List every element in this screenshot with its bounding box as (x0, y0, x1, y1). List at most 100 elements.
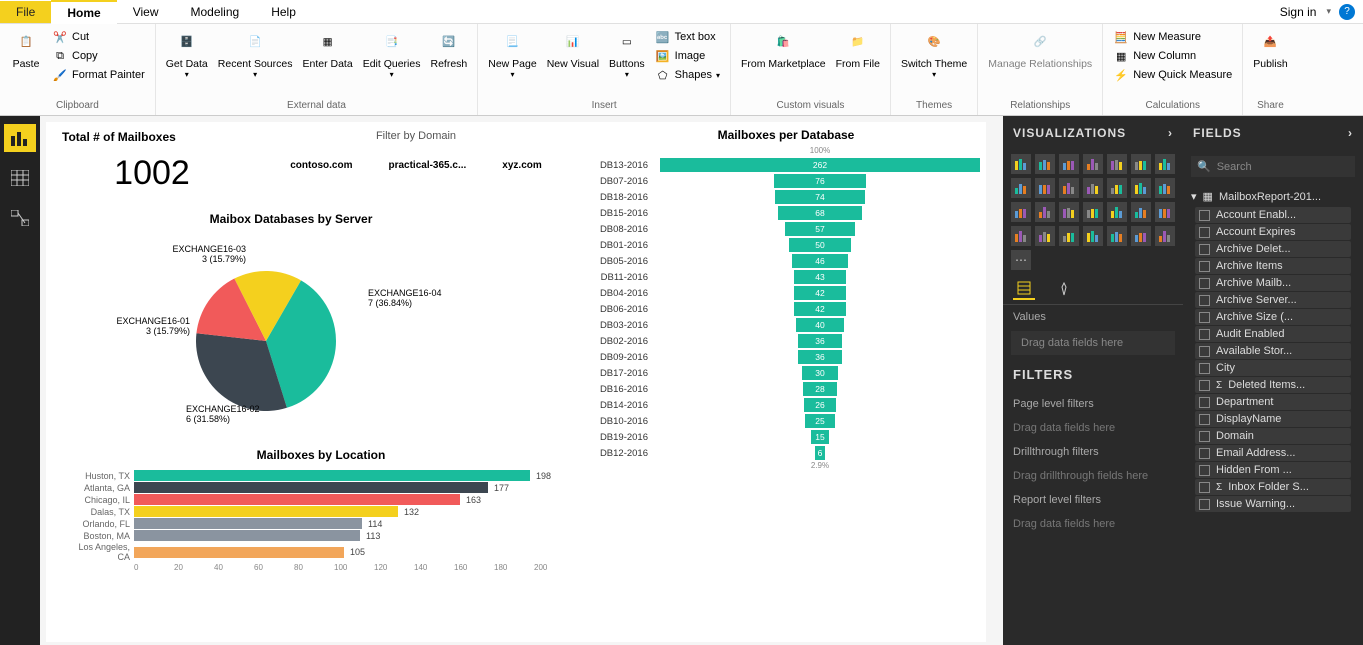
viz-type-icon[interactable] (1083, 178, 1103, 198)
field-item[interactable]: Department (1195, 394, 1351, 410)
checkbox-icon[interactable] (1199, 482, 1210, 493)
report-filters-drop[interactable]: Drag data fields here (1003, 512, 1183, 536)
funnel-row[interactable]: DB15-201668 (586, 205, 986, 221)
funnel-row[interactable]: DB13-2016262 (586, 157, 986, 173)
checkbox-icon[interactable] (1199, 227, 1210, 238)
bar-row[interactable]: Boston, MA113 (66, 530, 576, 541)
funnel-row[interactable]: DB18-201674 (586, 189, 986, 205)
more-viz-icon[interactable]: ⋯ (1011, 250, 1031, 270)
sign-in-link[interactable]: Sign in (1270, 1, 1327, 23)
funnel-row[interactable]: DB12-20166 (586, 445, 986, 461)
viz-type-icon[interactable] (1155, 178, 1175, 198)
viz-type-icon[interactable] (1035, 178, 1055, 198)
viz-type-icon[interactable] (1059, 178, 1079, 198)
viz-type-icon[interactable] (1035, 154, 1055, 174)
nav-report-view[interactable] (4, 124, 36, 152)
viz-type-icon[interactable] (1083, 226, 1103, 246)
viz-type-icon[interactable] (1107, 226, 1127, 246)
viz-type-icon[interactable] (1107, 202, 1127, 222)
switch-theme-button[interactable]: 🎨Switch Theme▾ (897, 26, 971, 81)
nav-model-view[interactable] (4, 204, 36, 232)
field-item[interactable]: Email Address... (1195, 445, 1351, 461)
viz-type-icon[interactable] (1011, 202, 1031, 222)
location-bar-chart[interactable]: Huston, TX198Atlanta, GA177Chicago, IL16… (66, 470, 576, 562)
tab-view[interactable]: View (117, 1, 175, 23)
checkbox-icon[interactable] (1199, 414, 1210, 425)
funnel-row[interactable]: DB02-201636 (586, 333, 986, 349)
collapse-icon[interactable]: › (1168, 126, 1173, 140)
filter-option[interactable]: xyz.com (502, 160, 541, 171)
drill-filters-drop[interactable]: Drag drillthrough fields here (1003, 464, 1183, 488)
nav-data-view[interactable] (4, 164, 36, 192)
checkbox-icon[interactable] (1199, 380, 1210, 391)
tab-help[interactable]: Help (255, 1, 312, 23)
checkbox-icon[interactable] (1199, 278, 1210, 289)
tab-modeling[interactable]: Modeling (174, 1, 255, 23)
page-filters-drop[interactable]: Drag data fields here (1003, 416, 1183, 440)
funnel-chart[interactable]: DB13-2016262DB07-201676DB18-201674DB15-2… (586, 157, 986, 461)
field-item[interactable]: Account Enabl... (1195, 207, 1351, 223)
recent-sources-button[interactable]: 📄Recent Sources▾ (214, 26, 297, 81)
tab-file[interactable]: File (0, 1, 51, 23)
values-drop[interactable]: Drag data fields here (1011, 331, 1175, 355)
report-canvas[interactable]: Total # of Mailboxes 1002 Filter by Doma… (40, 116, 1003, 645)
table-node[interactable]: ▾▦MailboxReport-201... (1189, 187, 1357, 206)
filter-options[interactable]: contoso.compractical-365.c...xyz.com (266, 160, 566, 171)
fields-well-tab[interactable] (1013, 278, 1035, 300)
field-item[interactable]: City (1195, 360, 1351, 376)
viz-type-icon[interactable] (1131, 154, 1151, 174)
funnel-row[interactable]: DB19-201615 (586, 429, 986, 445)
from-marketplace-button[interactable]: 🛍️From Marketplace (737, 26, 830, 72)
viz-type-icon[interactable] (1059, 226, 1079, 246)
new-quick-measure-button[interactable]: ⚡New Quick Measure (1109, 66, 1236, 84)
viz-type-icon[interactable] (1155, 154, 1175, 174)
viz-type-icon[interactable] (1131, 202, 1151, 222)
field-item[interactable]: DisplayName (1195, 411, 1351, 427)
funnel-row[interactable]: DB03-201640 (586, 317, 986, 333)
new-page-button[interactable]: 📃New Page▾ (484, 26, 540, 81)
viz-type-icon[interactable] (1011, 226, 1031, 246)
image-button[interactable]: 🖼️Image (651, 47, 724, 65)
funnel-row[interactable]: DB06-201642 (586, 301, 986, 317)
fields-search[interactable]: 🔍Search (1191, 156, 1355, 177)
tab-home[interactable]: Home (51, 0, 116, 24)
field-item[interactable]: Archive Mailb... (1195, 275, 1351, 291)
shapes-button[interactable]: ⬠Shapes▾ (651, 66, 724, 84)
viz-type-icon[interactable] (1107, 154, 1127, 174)
new-column-button[interactable]: ▦New Column (1109, 47, 1236, 65)
field-item[interactable]: ΣInbox Folder S... (1195, 479, 1351, 495)
funnel-row[interactable]: DB11-201643 (586, 269, 986, 285)
field-item[interactable]: Archive Size (... (1195, 309, 1351, 325)
checkbox-icon[interactable] (1199, 465, 1210, 476)
field-item[interactable]: Domain (1195, 428, 1351, 444)
edit-queries-button[interactable]: 📑Edit Queries▾ (359, 26, 425, 81)
viz-type-icon[interactable] (1083, 202, 1103, 222)
viz-type-icon[interactable] (1107, 178, 1127, 198)
filter-option[interactable]: practical-365.c... (388, 160, 466, 171)
field-item[interactable]: Archive Items (1195, 258, 1351, 274)
cut-button[interactable]: ✂️Cut (48, 28, 149, 46)
checkbox-icon[interactable] (1199, 295, 1210, 306)
viz-type-icon[interactable] (1011, 154, 1031, 174)
bar-row[interactable]: Atlanta, GA177 (66, 482, 576, 493)
viz-type-icon[interactable] (1131, 178, 1151, 198)
viz-type-icon[interactable] (1059, 202, 1079, 222)
chevron-down-icon[interactable]: ▾ (1326, 6, 1331, 17)
checkbox-icon[interactable] (1199, 210, 1210, 221)
funnel-row[interactable]: DB04-201642 (586, 285, 986, 301)
checkbox-icon[interactable] (1199, 448, 1210, 459)
funnel-row[interactable]: DB01-201650 (586, 237, 986, 253)
collapse-icon[interactable]: › (1348, 126, 1353, 140)
checkbox-icon[interactable] (1199, 363, 1210, 374)
paste-button[interactable]: 📋Paste (6, 26, 46, 72)
copy-button[interactable]: ⧉Copy (48, 47, 149, 65)
funnel-row[interactable]: DB16-201628 (586, 381, 986, 397)
checkbox-icon[interactable] (1199, 244, 1210, 255)
checkbox-icon[interactable] (1199, 312, 1210, 323)
new-measure-button[interactable]: 🧮New Measure (1109, 28, 1236, 46)
bar-row[interactable]: Chicago, IL163 (66, 494, 576, 505)
funnel-row[interactable]: DB05-201646 (586, 253, 986, 269)
get-data-button[interactable]: 🗄️Get Data▾ (162, 26, 212, 81)
checkbox-icon[interactable] (1199, 499, 1210, 510)
checkbox-icon[interactable] (1199, 261, 1210, 272)
